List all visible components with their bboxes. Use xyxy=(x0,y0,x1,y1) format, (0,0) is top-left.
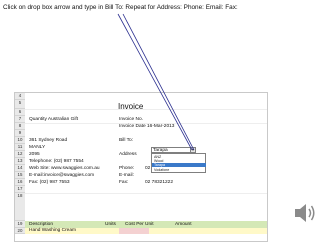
row-header[interactable]: 20 xyxy=(15,228,25,234)
fax-value[interactable]: 02 78321222 xyxy=(145,180,173,185)
row-header[interactable]: 11 xyxy=(15,144,25,151)
row-header[interactable]: 6 xyxy=(15,109,25,116)
email-label: E-mail: xyxy=(119,173,134,178)
speaker-icon[interactable] xyxy=(292,200,318,226)
amount-header: Amount xyxy=(175,222,192,227)
gridline xyxy=(25,193,267,194)
description-header: Description xyxy=(29,222,53,227)
row-header[interactable]: 13 xyxy=(15,158,25,165)
instruction-text: Click on drop box arrow and type in Bill… xyxy=(3,4,238,11)
row-header[interactable]: 10 xyxy=(15,137,25,144)
first-item-description[interactable]: Hand Washing Cream xyxy=(29,228,76,233)
address-line-1[interactable]: 361 Sydney Road xyxy=(29,138,67,143)
row-header[interactable]: 16 xyxy=(15,179,25,186)
row-header[interactable]: 18 xyxy=(15,193,25,221)
row-header[interactable]: 4 xyxy=(15,93,25,100)
row-header[interactable]: 14 xyxy=(15,165,25,172)
address-line-2[interactable]: MANLY xyxy=(29,145,45,150)
units-header: Units xyxy=(105,222,116,227)
row-header[interactable]: 19 xyxy=(15,221,25,228)
fax-label: Fax: xyxy=(119,180,129,185)
email-cell[interactable]: E-mail:invoice@swaggies.com xyxy=(29,173,94,178)
row-header[interactable]: 12 xyxy=(15,151,25,158)
gridline xyxy=(25,109,267,110)
invoice-title: Invoice xyxy=(118,102,144,111)
row-header[interactable]: 8 xyxy=(15,123,25,130)
row-header[interactable]: 15 xyxy=(15,172,25,179)
bill-to-dropdown-list[interactable]: ANZ Wood Tarapa Vodafone xyxy=(151,153,206,173)
invoice-no-label: Invoice No. xyxy=(119,117,143,122)
website-cell[interactable]: Web Site: www.swaggies.com.au xyxy=(29,166,100,171)
cost-per-unit-header: Cost Per Unit xyxy=(125,222,154,227)
cost-cell[interactable] xyxy=(119,228,149,234)
phone-label: Phone: xyxy=(119,166,135,171)
company-name[interactable]: Quantity Australian Gift xyxy=(29,117,78,122)
telephone-cell[interactable]: Telephone: (02) 987 7554 xyxy=(29,159,84,164)
row-header[interactable]: 17 xyxy=(15,186,25,193)
dropdown-option[interactable]: Vodafone xyxy=(154,168,169,172)
fax-cell[interactable]: Fax: (02) 987 7553 xyxy=(29,180,70,185)
row-header[interactable]: 5 xyxy=(15,100,25,109)
row-header[interactable]: 9 xyxy=(15,130,25,137)
bill-to-label: Bill To: xyxy=(119,138,134,143)
dropdown-option-selected[interactable]: Tarapa xyxy=(152,163,206,167)
spreadsheet[interactable]: 4 5 6 7 8 9 10 11 12 13 14 15 16 17 18 1… xyxy=(14,92,268,242)
address-label: Address xyxy=(119,152,137,157)
row-header[interactable]: 7 xyxy=(15,116,25,123)
address-line-3[interactable]: 2095 xyxy=(29,152,40,157)
invoice-date[interactable]: Invoice Date 16-Mar-2013 xyxy=(119,124,174,129)
instruction-bar: Click on drop box arrow and type in Bill… xyxy=(3,2,303,40)
